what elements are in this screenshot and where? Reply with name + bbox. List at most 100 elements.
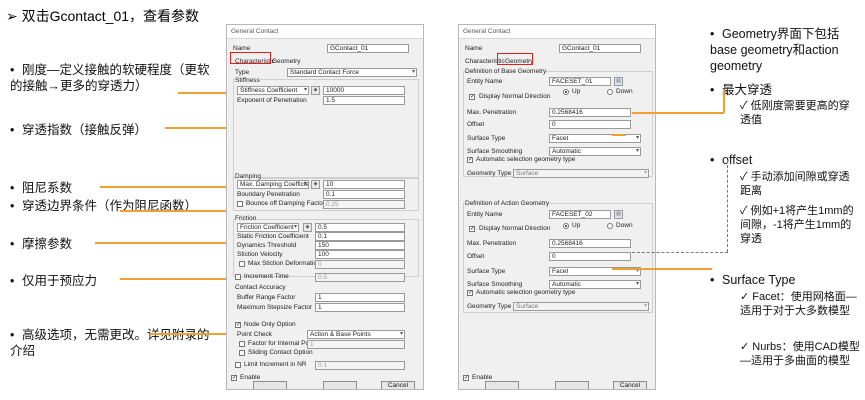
base-up-label: Up <box>572 88 581 95</box>
annotation-offset: • offset <box>710 153 753 167</box>
action-surface-smoothing-select[interactable]: Automatic <box>549 280 641 289</box>
increment-time-checkbox[interactable] <box>235 274 241 280</box>
base-entity-input[interactable]: FACESET_01 <box>549 77 611 86</box>
stiffness-select[interactable]: Stiffness Coefficient <box>237 86 309 95</box>
max-penetration-connector <box>632 112 724 114</box>
action-offset-input[interactable]: 0 <box>549 252 631 261</box>
base-display-normal-checkbox[interactable] <box>469 93 475 100</box>
action-surface-type-label: Surface Type <box>467 268 506 275</box>
dynamics-threshold-input[interactable]: 150 <box>315 241 405 250</box>
type-select[interactable]: Standard Contact Force <box>287 68 417 77</box>
enable-checkbox[interactable] <box>463 374 469 381</box>
action-geometry-type-label: Geometry Type <box>467 303 512 310</box>
enable-label: Enable <box>472 374 493 381</box>
bounce-checkbox[interactable] <box>237 201 243 207</box>
page-heading: ➢ 双击Gcontact_01，查看参数 <box>6 6 199 26</box>
action-display-normal-checkbox[interactable] <box>469 225 475 232</box>
friction-spin[interactable]: ◆ <box>303 223 312 232</box>
factor-internal-input[interactable]: 1 <box>307 340 405 349</box>
damping-select[interactable]: Max. Damping Coefficient <box>237 180 309 189</box>
cancel-button[interactable]: Cancel <box>613 381 647 389</box>
stiction-velocity-input[interactable]: 100 <box>315 250 405 259</box>
enable-checkbox[interactable] <box>231 374 237 381</box>
base-surface-type-label: Surface Type <box>467 135 506 142</box>
node-only-checkbox[interactable] <box>235 321 241 328</box>
base-offset-label: Offset <box>467 121 485 128</box>
action-geometry-type-select[interactable]: Surface <box>513 302 649 311</box>
annotation-surface-type: • Surface Type <box>710 273 796 287</box>
bounce-input[interactable]: 0.25 <box>323 200 405 209</box>
annotation-friction: • 摩擦参数 <box>10 237 73 251</box>
ok-button[interactable] <box>253 381 287 389</box>
damping-input[interactable]: 10 <box>323 180 405 189</box>
base-geometry-type-select[interactable]: Surface <box>513 169 649 178</box>
limit-increment-input[interactable]: 0.1 <box>315 361 405 370</box>
stepsize-input[interactable]: 1 <box>315 303 405 312</box>
general-contact-dialog-geometry: General Contact Name GContact_01 Charact… <box>458 24 656 390</box>
annotation-geometry: • Geometry界面下包括base geometry和action geome… <box>710 27 840 73</box>
static-friction-label: Static Friction Coefficient <box>237 233 309 240</box>
name-label: Name <box>465 45 483 52</box>
stiffness-input[interactable]: 10000 <box>323 86 405 95</box>
tab-geometry[interactable]: Geometry <box>272 58 301 65</box>
exponent-input[interactable]: 1.5 <box>323 96 405 105</box>
base-down-label: Down <box>616 88 633 95</box>
annotation-max-penetration-sub: ✓ 低刚度需要更高的穿透值 <box>740 100 850 126</box>
stepsize-label: Maximum Stepsize Factor <box>237 304 313 311</box>
annotation-surface-facet: ✓ Facet：使用网格面—适用于对于大多数模型 <box>740 291 857 317</box>
apply-button[interactable] <box>555 381 589 389</box>
annotation-boundary: • 穿透边界条件（作为阻尼函数） <box>10 199 198 213</box>
sliding-contact-checkbox[interactable] <box>239 350 245 356</box>
friction-input[interactable]: 0.5 <box>315 223 405 232</box>
action-display-normal-label: Display Normal Direction <box>479 225 551 232</box>
increment-time-input[interactable]: 0.5 <box>315 273 405 282</box>
annotation-max-penetration: • 最大穿透 <box>710 83 773 97</box>
exponent-connector <box>165 127 233 129</box>
name-input[interactable]: GContact_01 <box>559 44 641 53</box>
friction-select[interactable]: Friction Coefficient <box>237 223 299 232</box>
increment-time-label: Increment Time <box>244 273 289 280</box>
annotation-surface-nurbs: ✓ Nurbs：使用CAD模型—适用于多曲面的模型 <box>740 341 860 367</box>
max-stiction-input[interactable]: 0 <box>315 260 405 269</box>
boundary-input[interactable]: 0.1 <box>323 190 405 199</box>
base-entity-picker-icon[interactable]: ▤ <box>614 77 623 86</box>
offset-connector <box>632 252 728 253</box>
base-down-radio[interactable] <box>607 89 613 95</box>
heading-text: 双击Gcontact_01，查看参数 <box>21 8 200 24</box>
static-friction-input[interactable]: 0.1 <box>315 232 405 241</box>
type-label: Type <box>235 69 250 76</box>
damping-connector <box>100 186 233 188</box>
limit-increment-checkbox[interactable] <box>235 362 241 368</box>
apply-button[interactable] <box>323 381 357 389</box>
cancel-button[interactable]: Cancel <box>381 381 415 389</box>
action-auto-selection-checkbox[interactable] <box>467 289 473 296</box>
stiffness-spin[interactable]: ◆ <box>311 86 320 95</box>
base-surface-type-select[interactable]: Facet <box>549 134 641 143</box>
name-input[interactable]: GContact_01 <box>327 44 409 53</box>
base-offset-input[interactable]: 0 <box>549 120 631 129</box>
base-up-radio[interactable] <box>563 89 569 95</box>
base-auto-selection-checkbox[interactable] <box>467 156 473 163</box>
offset-connector-vertical <box>727 160 728 252</box>
buffer-range-input[interactable]: 1 <box>315 293 405 302</box>
point-check-label: Point Check <box>237 331 273 338</box>
surface-type-connector-base <box>612 134 626 136</box>
contact-accuracy-label: Contact Accuracy <box>235 284 286 291</box>
buffer-range-label: Buffer Range Factor <box>237 294 296 301</box>
point-check-select[interactable]: Action & Base Points <box>307 330 405 339</box>
action-up-radio[interactable] <box>563 223 569 229</box>
action-entity-picker-icon[interactable]: ▤ <box>614 210 623 219</box>
heading-bullet: ➢ <box>6 8 18 24</box>
ok-button[interactable] <box>485 381 519 389</box>
action-down-radio[interactable] <box>607 223 613 229</box>
action-entity-input[interactable]: FACESET_02 <box>549 210 611 219</box>
factor-internal-label: Factor for Internal Poin <box>248 340 315 347</box>
action-surface-smoothing-label: Surface Smoothing <box>467 281 523 288</box>
max-stiction-checkbox[interactable] <box>239 261 245 267</box>
damping-spin[interactable]: ◆ <box>311 180 320 189</box>
annotation-stiffness: • 刚度—定义接触的软硬程度（更软的接触→更多的穿透力） <box>10 63 210 93</box>
factor-internal-checkbox[interactable] <box>239 341 245 347</box>
base-surface-smoothing-select[interactable]: Automatic <box>549 147 641 156</box>
action-max-penetration-input[interactable]: 0.2568416 <box>549 239 631 248</box>
base-max-penetration-input[interactable]: 0.2568416 <box>549 108 631 117</box>
